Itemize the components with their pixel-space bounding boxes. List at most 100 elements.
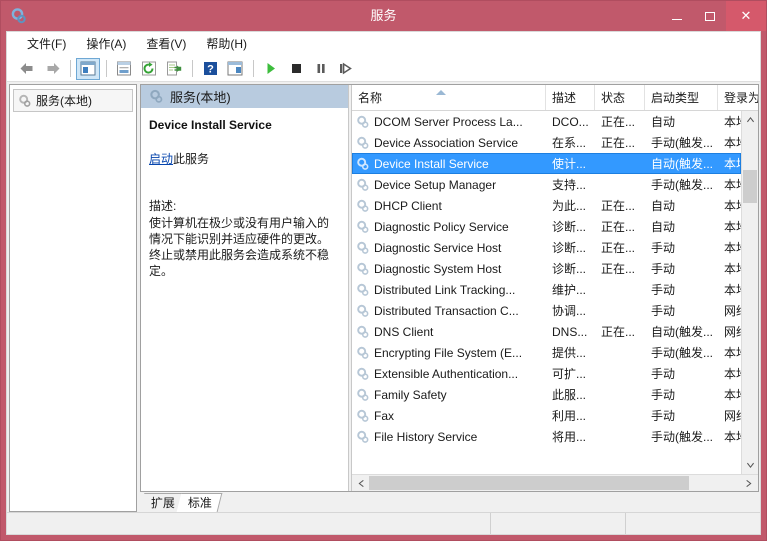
cell-log-on-as: 本地系 [724, 367, 741, 381]
menu-help[interactable]: 帮助(H) [196, 32, 257, 55]
table-row[interactable]: Encrypting File System (E... 提供... 手动(触发..… [352, 342, 741, 363]
column-header-description[interactable]: 描述 [546, 85, 595, 110]
horizontal-scroll-thumb[interactable] [369, 476, 689, 490]
horizontal-scrollbar[interactable] [352, 474, 758, 491]
menu-view[interactable]: 查看(V) [136, 32, 196, 55]
cell-service-name: Diagnostic System Host [352, 262, 546, 276]
close-button[interactable]: ✕ [726, 1, 766, 31]
sidebar-item-services-local[interactable]: 服务(本地) [13, 89, 133, 112]
table-row[interactable]: DCOM Server Process La... DCO... 正在... 自动 本地… [352, 111, 741, 132]
cell-log-on-as: 本地服 [724, 388, 741, 402]
service-name-text: Distributed Link Tracking... [374, 282, 516, 297]
table-row[interactable]: Fax 利用... 手动 网络服 [352, 405, 741, 426]
service-name-text: Device Setup Manager [374, 177, 497, 192]
table-row[interactable]: File History Service 将用... 手动(触发... 本地系 [352, 426, 741, 447]
show-hide-tree-icon[interactable] [76, 57, 100, 80]
scroll-left-icon[interactable] [352, 475, 369, 491]
service-gear-icon [357, 325, 369, 338]
service-name-text: File History Service [374, 429, 478, 444]
cell-startup-type: 手动(触发... [651, 346, 713, 360]
vertical-scroll-thumb[interactable] [743, 170, 757, 203]
cell-description: DNS... [552, 324, 588, 339]
table-row[interactable]: Diagnostic System Host 诊断... 正在... 手动 本地系 [352, 258, 741, 279]
table-row[interactable]: Device Install Service 使计... 自动(触发... 本地系 [352, 153, 741, 174]
column-header-status[interactable]: 状态 [595, 85, 645, 110]
menu-file[interactable]: 文件(F) [17, 32, 76, 55]
maximize-button[interactable] [693, 1, 726, 31]
tab-standard[interactable]: 标准 [176, 493, 223, 512]
scroll-right-icon[interactable] [741, 475, 758, 491]
vertical-scrollbar[interactable] [741, 111, 758, 474]
table-row[interactable]: Distributed Link Tracking... 维护... 手动 本地系 [352, 279, 741, 300]
export-list-icon[interactable] [162, 58, 186, 80]
list-column-headers: 名称 描述 状态 启动类型 登录为 [352, 85, 758, 111]
cell-status: 正在... [601, 262, 636, 276]
vertical-scroll-track[interactable] [742, 128, 758, 457]
scroll-down-icon[interactable] [742, 457, 758, 474]
services-gear-icon [150, 89, 163, 103]
status-bar [7, 512, 760, 534]
back-icon[interactable] [15, 58, 39, 80]
cell-log-on-as: 本地服 [724, 241, 741, 255]
cell-service-name: Diagnostic Service Host [352, 241, 546, 255]
title-bar: 服务 ✕ [1, 1, 766, 31]
table-row[interactable]: Device Setup Manager 支持... 手动(触发... 本地系 [352, 174, 741, 195]
refresh-icon[interactable] [137, 58, 161, 80]
tab-extended-label: 扩展 [150, 496, 175, 510]
services-list-pane: 名称 描述 状态 启动类型 登录为 DCOM Server Process La… [352, 85, 758, 491]
cell-startup-type: 手动 [651, 283, 676, 297]
service-details-pane: 服务(本地) Device Install Service 启动此服务 描述: … [141, 85, 348, 491]
cell-service-name: Encrypting File System (E... [352, 346, 546, 360]
minimize-button[interactable] [660, 1, 693, 31]
cell-service-name: Diagnostic Policy Service [352, 220, 546, 234]
service-gear-icon [357, 199, 369, 212]
table-row[interactable]: Diagnostic Policy Service 诊断... 正在... 自动 本地服 [352, 216, 741, 237]
start-service-link[interactable]: 启动 [149, 152, 173, 166]
toolbar-separator [253, 60, 254, 77]
start-service-icon[interactable] [259, 58, 283, 80]
table-row[interactable]: DHCP Client 为此... 正在... 自动 本地服 [352, 195, 741, 216]
cell-service-name: Distributed Link Tracking... [352, 283, 546, 297]
column-header-name[interactable]: 名称 [352, 85, 546, 110]
help-icon[interactable]: ? [198, 58, 222, 80]
scroll-up-icon[interactable] [742, 111, 758, 128]
description-text: 使计算机在极少或没有用户输入的情况下能识别并适应硬件的更改。终止或禁用此服务会造… [149, 216, 330, 278]
properties-icon[interactable] [112, 58, 136, 80]
window-title: 服务 [370, 8, 397, 23]
tab-standard-label: 标准 [187, 496, 212, 510]
sidebar-item-label: 服务(本地) [36, 94, 92, 108]
cell-startup-type: 手动 [651, 367, 676, 381]
services-gear-icon [6, 3, 32, 29]
menu-action[interactable]: 操作(A) [76, 32, 136, 55]
sort-ascending-icon [436, 90, 446, 95]
cell-startup-type: 手动 [651, 304, 676, 318]
svg-text:?: ? [207, 64, 214, 76]
cell-startup-type: 手动 [651, 262, 676, 276]
table-row[interactable]: DNS Client DNS... 正在... 自动(触发... 网络服 [352, 321, 741, 342]
restart-service-icon[interactable] [334, 58, 358, 80]
cell-startup-type: 手动(触发... [651, 136, 713, 150]
column-header-log-on-as[interactable]: 登录为 [718, 85, 758, 110]
pause-service-icon[interactable] [309, 58, 333, 80]
table-row[interactable]: Diagnostic Service Host 诊断... 正在... 手动 本地服 [352, 237, 741, 258]
cell-startup-type: 自动(触发... [651, 325, 713, 339]
table-row[interactable]: Extensible Authentication... 可扩... 手动 本地系 [352, 363, 741, 384]
forward-icon[interactable] [40, 58, 64, 80]
table-row[interactable]: Distributed Transaction C... 协调... 手动 网络服 [352, 300, 741, 321]
service-gear-icon [357, 178, 369, 191]
table-row[interactable]: Device Association Service 在系... 正在... 手动(触… [352, 132, 741, 153]
stop-service-icon[interactable] [284, 58, 308, 80]
column-header-startup-type[interactable]: 启动类型 [645, 85, 718, 110]
table-row[interactable]: Family Safety 此服... 手动 本地服 [352, 384, 741, 405]
show-action-pane-icon[interactable] [223, 58, 247, 80]
cell-startup-type: 自动 [651, 199, 676, 213]
cell-log-on-as: 本地系 [724, 115, 741, 129]
service-gear-icon [357, 409, 369, 422]
cell-service-name: Distributed Transaction C... [352, 304, 546, 318]
horizontal-scroll-track[interactable] [369, 475, 741, 491]
cell-startup-type: 手动(触发... [651, 430, 713, 444]
cell-startup-type: 手动 [651, 388, 676, 402]
cell-description: 可扩... [552, 367, 587, 381]
cell-service-name: File History Service [352, 430, 546, 444]
cell-startup-type: 自动 [651, 115, 676, 129]
